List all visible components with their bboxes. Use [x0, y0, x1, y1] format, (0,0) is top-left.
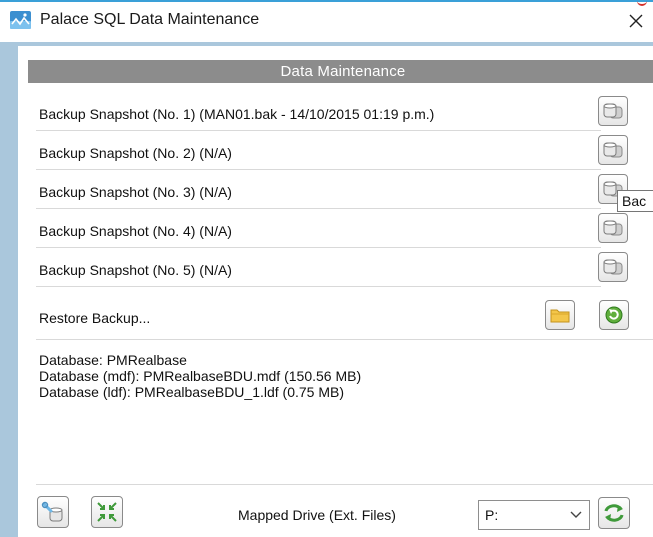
maintenance-panel: Data Maintenance Backup Snapshot (No. 1)… — [18, 46, 653, 537]
backup-3-label: Backup Snapshot (No. 3) (N/A) — [39, 184, 232, 200]
row-divider — [36, 169, 601, 170]
browse-folder-button[interactable] — [545, 300, 575, 330]
database-settings-icon — [41, 501, 63, 522]
footer-divider — [36, 484, 653, 485]
window-client-area: Data Maintenance Backup Snapshot (No. 1)… — [0, 42, 653, 537]
title-accent-line — [0, 0, 653, 2]
shrink-database-button[interactable] — [91, 496, 123, 528]
section-header: Data Maintenance — [28, 60, 653, 83]
section-divider — [36, 339, 653, 340]
database-icon — [603, 142, 623, 158]
backup-5-label: Backup Snapshot (No. 5) (N/A) — [39, 262, 232, 278]
ldf-info: Database (ldf): PMRealbaseBDU_1.ldf (0.7… — [39, 384, 345, 400]
restore-arrow-icon — [605, 306, 623, 324]
row-divider — [36, 208, 601, 209]
mdf-info: Database (mdf): PMRealbaseBDU.mdf (150.5… — [39, 368, 362, 384]
palace-logo-icon — [10, 11, 31, 29]
refresh-icon — [604, 504, 624, 522]
title-corner-mark — [613, 0, 653, 6]
chevron-down-icon — [570, 511, 582, 518]
folder-icon — [550, 309, 570, 323]
restore-backup-label: Restore Backup... — [39, 310, 151, 326]
title-bar: Palace SQL Data Maintenance — [0, 0, 653, 42]
mapped-drive-label: Mapped Drive (Ext. Files) — [238, 507, 396, 523]
row-divider — [36, 286, 601, 287]
database-icon — [603, 103, 623, 119]
shrink-icon — [97, 502, 117, 522]
restore-button[interactable] — [599, 300, 629, 330]
tooltip: Bac — [617, 190, 653, 212]
database-icon — [603, 259, 623, 275]
close-icon[interactable] — [623, 9, 649, 33]
database-icon — [603, 220, 623, 236]
mapped-drive-value: P: — [485, 507, 499, 523]
backup-2-label: Backup Snapshot (No. 2) (N/A) — [39, 145, 232, 161]
window-title: Palace SQL Data Maintenance — [40, 11, 260, 28]
database-settings-button[interactable] — [37, 496, 69, 528]
refresh-button[interactable] — [598, 497, 630, 529]
backup-2-button[interactable] — [598, 135, 628, 165]
row-divider — [36, 130, 601, 131]
mapped-drive-select[interactable]: P: — [478, 500, 590, 530]
backup-5-button[interactable] — [598, 252, 628, 282]
backup-4-label: Backup Snapshot (No. 4) (N/A) — [39, 223, 232, 239]
row-divider — [36, 247, 601, 248]
backup-1-button[interactable] — [598, 96, 628, 126]
backup-1-label: Backup Snapshot (No. 1) (MAN01.bak - 14/… — [39, 106, 435, 122]
backup-4-button[interactable] — [598, 213, 628, 243]
database-info: Database: PMRealbase — [39, 352, 187, 368]
